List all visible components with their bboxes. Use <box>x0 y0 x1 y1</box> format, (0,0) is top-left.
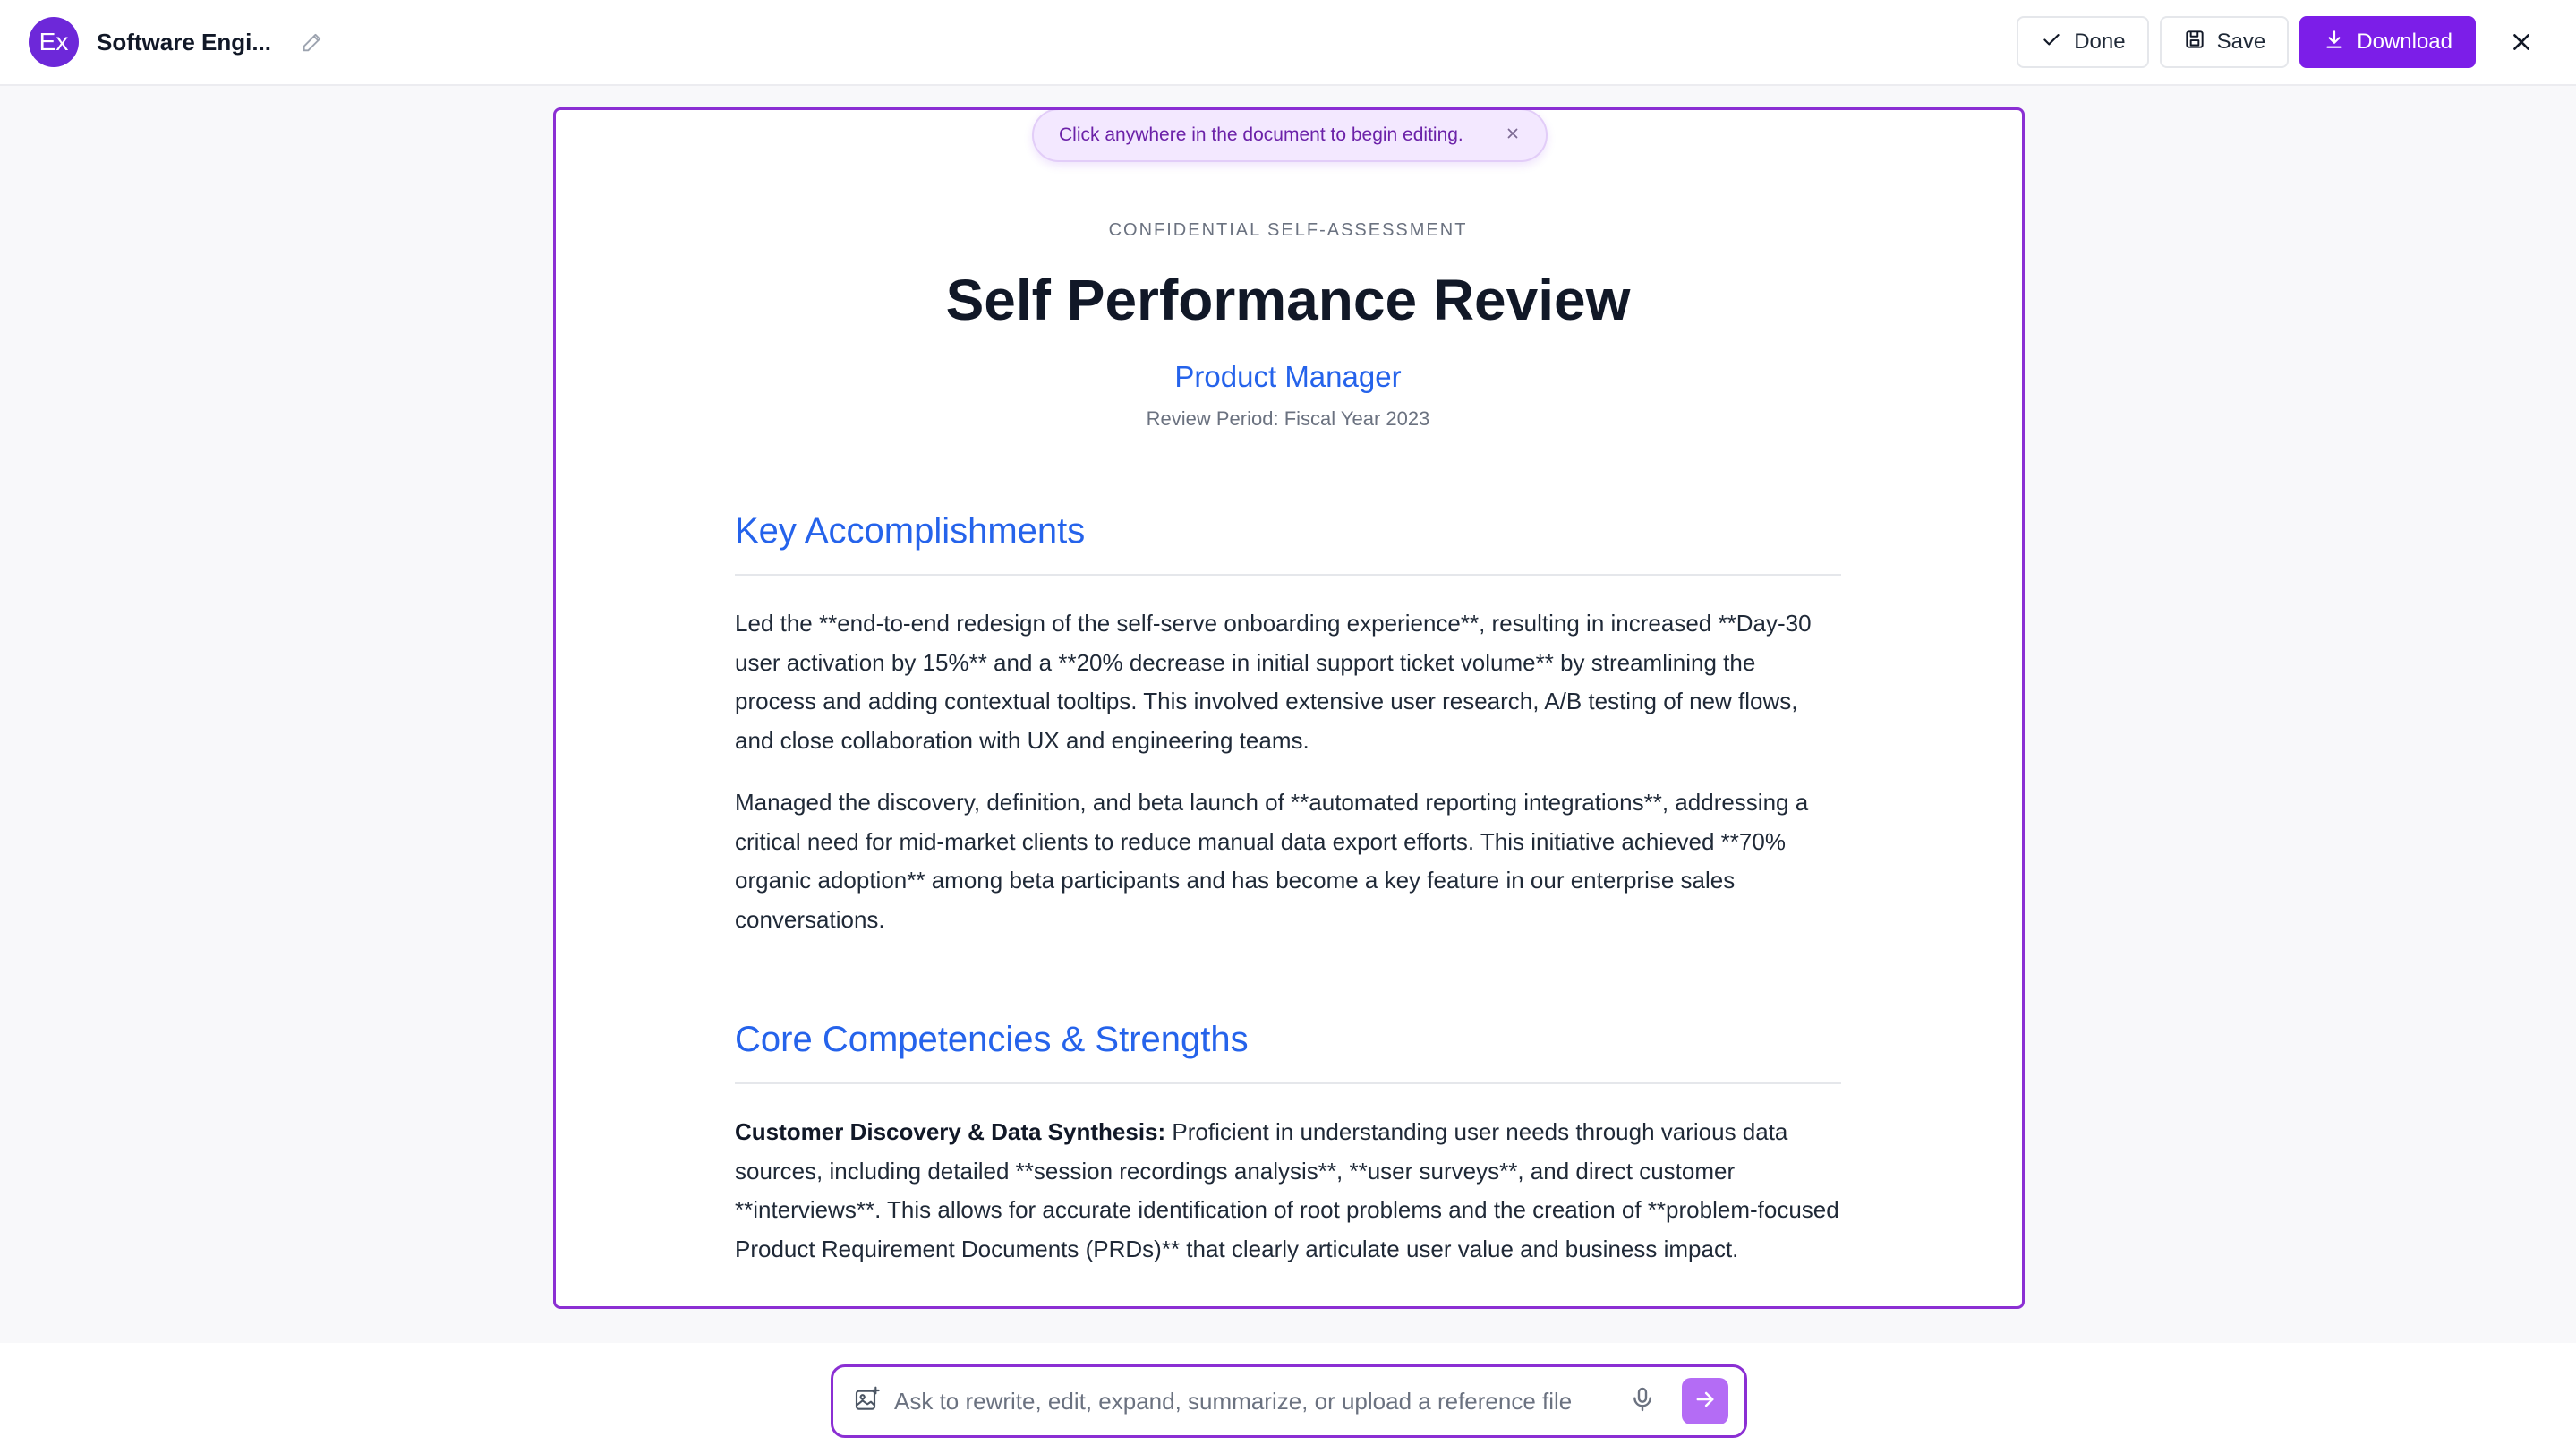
section-title: Key Accomplishments <box>735 506 1841 576</box>
download-icon <box>2323 28 2346 57</box>
header-left: Ex Software Engi... <box>29 17 325 67</box>
ai-prompt-bar <box>831 1364 1747 1438</box>
document-title: Self Performance Review <box>945 268 1631 332</box>
mic-icon[interactable] <box>1628 1385 1657 1418</box>
document-editor[interactable]: Click anywhere in the document to begin … <box>553 107 2025 1309</box>
save-button[interactable]: Save <box>2159 16 2290 68</box>
avatar[interactable]: Ex <box>29 17 79 67</box>
document-eyebrow: CONFIDENTIAL SELF-ASSESSMENT <box>1108 220 1468 240</box>
done-label: Done <box>2074 30 2126 54</box>
close-icon[interactable] <box>1505 125 1521 146</box>
send-button[interactable] <box>1682 1378 1728 1424</box>
arrow-right-icon <box>1693 1387 1718 1416</box>
paragraph: Led the **end-to-end redesign of the sel… <box>735 610 1812 754</box>
download-button[interactable]: Download <box>2299 16 2476 68</box>
paragraph-lead: Customer Discovery & Data Synthesis: <box>735 1118 1166 1145</box>
review-period: Review Period: Fiscal Year 2023 <box>1146 407 1430 430</box>
document-role: Product Manager <box>1174 360 1402 393</box>
close-icon[interactable] <box>2495 16 2547 68</box>
prompt-input[interactable] <box>894 1387 1616 1416</box>
top-bar: Ex Software Engi... Done Save Download <box>0 0 2576 86</box>
download-label: Download <box>2357 30 2452 54</box>
image-icon[interactable] <box>853 1385 882 1418</box>
editing-hint-banner: Click anywhere in the document to begin … <box>1032 110 1548 162</box>
prompt-area <box>0 1343 2576 1454</box>
header-actions: Done Save Download <box>2017 16 2547 68</box>
paragraph: Customer Discovery & Data Synthesis: Pro… <box>735 1113 1841 1269</box>
pencil-icon[interactable] <box>300 30 325 55</box>
editing-hint-text: Click anywhere in the document to begin … <box>1059 124 1463 145</box>
document-name[interactable]: Software Engi... <box>97 29 271 56</box>
check-icon <box>2040 28 2063 57</box>
document-content[interactable]: CONFIDENTIAL SELF-ASSESSMENT Self Perfor… <box>735 218 1841 1269</box>
done-button[interactable]: Done <box>2017 16 2149 68</box>
paragraph: Managed the discovery, definition, and b… <box>735 789 1809 933</box>
save-label: Save <box>2216 30 2266 54</box>
save-icon <box>2183 28 2206 57</box>
section-title: Core Competencies & Strengths <box>735 1014 1841 1084</box>
